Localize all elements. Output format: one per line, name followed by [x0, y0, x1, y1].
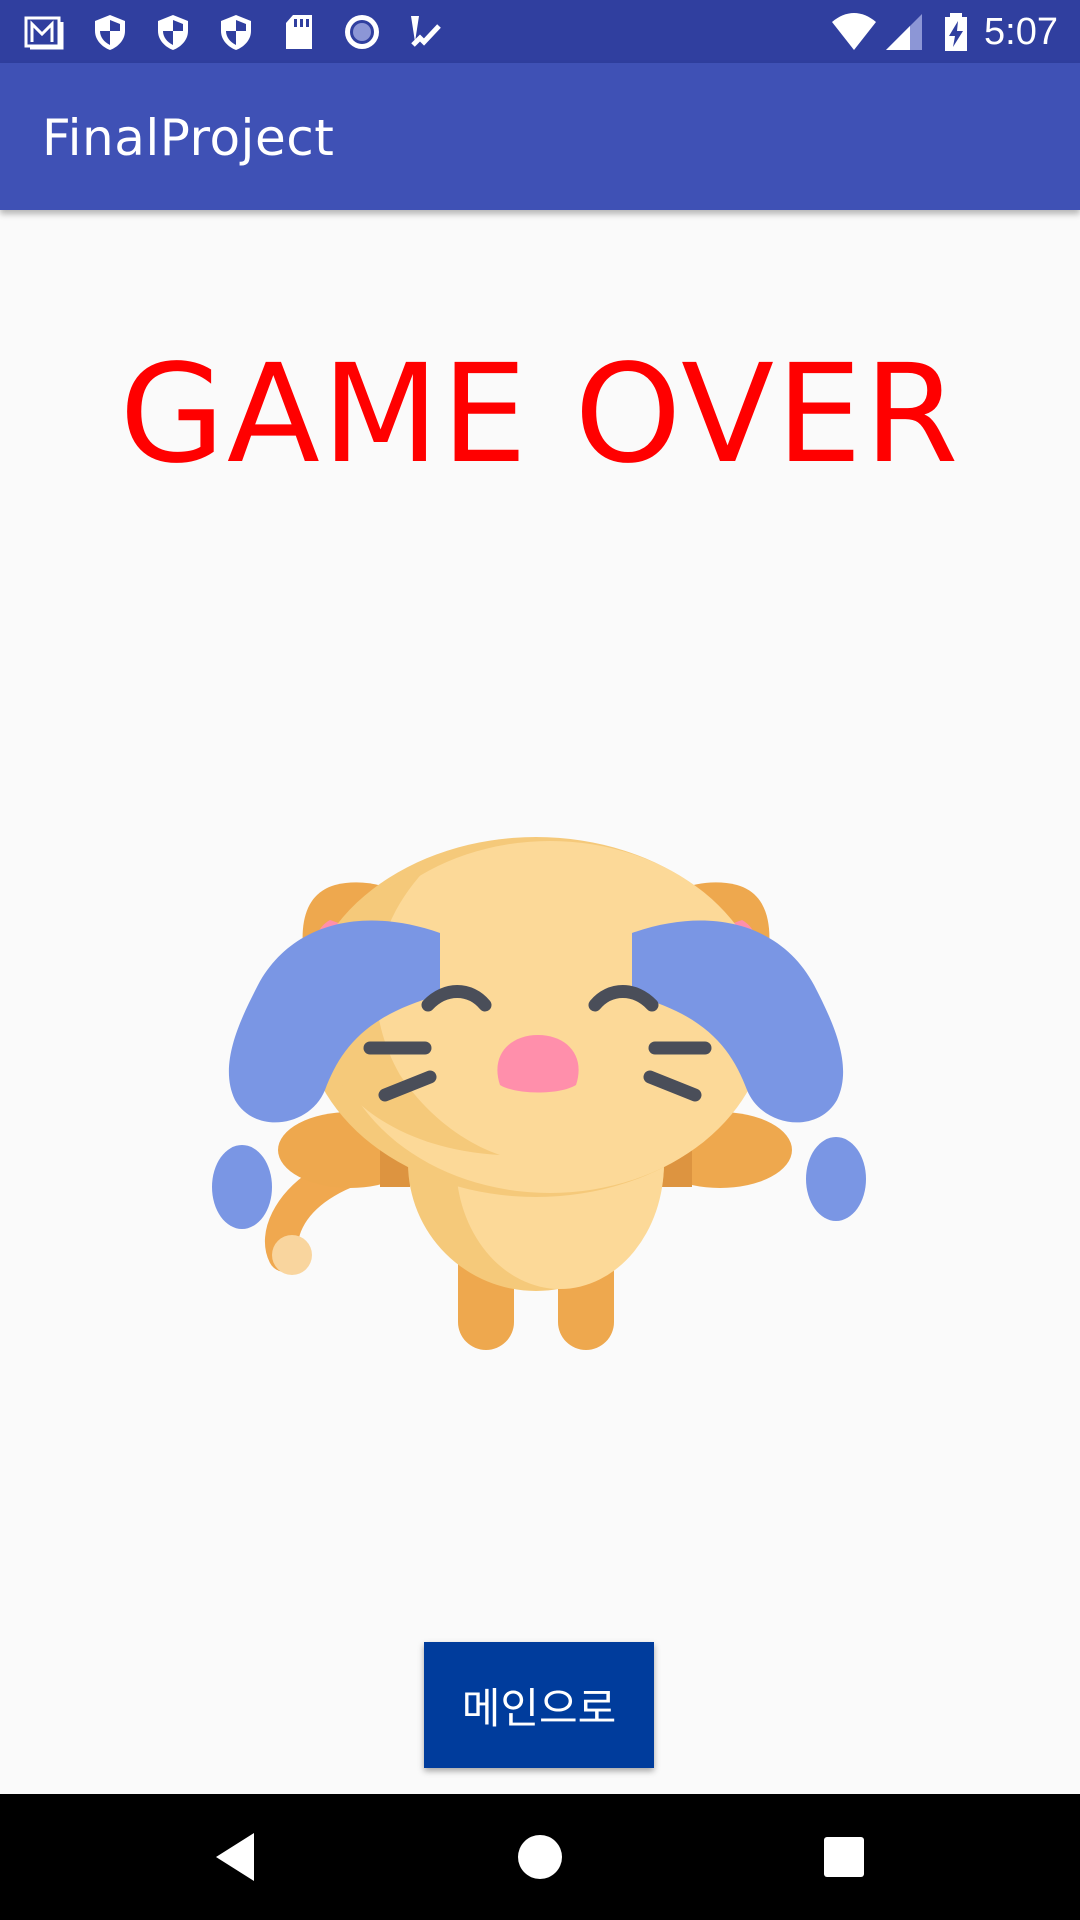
shield-icon — [216, 12, 256, 52]
navigation-bar — [0, 1794, 1080, 1920]
home-icon[interactable] — [510, 1827, 570, 1887]
check-icon — [405, 12, 445, 52]
battery-charging-icon — [936, 12, 976, 52]
cell-signal-icon — [884, 12, 924, 52]
shield-icon — [153, 12, 193, 52]
crying-cat-icon — [200, 755, 880, 1365]
back-icon[interactable] — [206, 1827, 266, 1887]
app-title: FinalProject — [42, 109, 335, 167]
status-bar: 5:07 — [0, 0, 1080, 63]
sd-card-icon — [279, 12, 319, 52]
main-menu-button[interactable]: 메인으로 — [424, 1642, 654, 1768]
app-bar: FinalProject — [0, 63, 1080, 210]
game-over-screen: GAME OVER 메인으로 — [0, 210, 1080, 1794]
game-over-title: GAME OVER — [119, 336, 961, 494]
status-time: 5:07 — [984, 11, 1058, 53]
wifi-icon — [830, 12, 878, 52]
gmail-icon — [24, 12, 64, 52]
record-icon — [342, 12, 382, 52]
shield-icon — [90, 12, 130, 52]
recents-icon[interactable] — [814, 1827, 874, 1887]
